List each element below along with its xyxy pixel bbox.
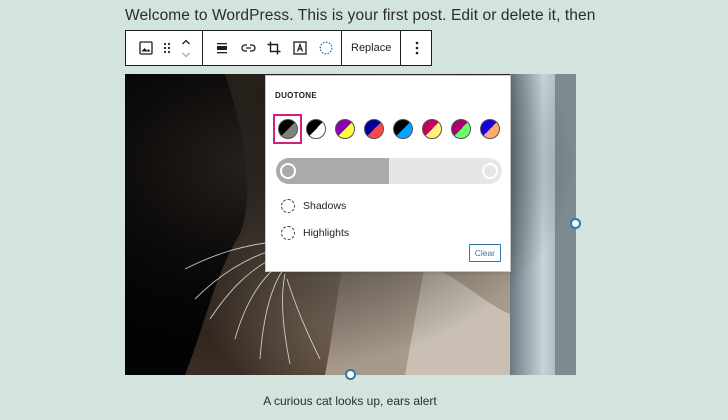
grayscale-swatch-icon [306,119,326,139]
post-paragraph[interactable]: Welcome to WordPress. This is your first… [125,7,595,25]
duotone-option-purple-green[interactable] [447,115,475,143]
image-caption[interactable]: A curious cat looks up, ears alert [0,394,700,408]
duotone-label: DUOTONE [275,91,317,100]
more-options-icon[interactable] [405,31,429,65]
duotone-preview-bar [276,158,502,184]
shadows-label: Shadows [303,200,347,212]
move-arrows [176,31,196,65]
magenta-yellow-swatch-icon [422,119,442,139]
replace-button[interactable]: Replace [342,31,400,65]
move-up-icon[interactable] [181,38,191,46]
purple-green-swatch-icon [451,119,471,139]
shadows-color-icon [281,199,295,213]
duotone-option-magenta-yellow[interactable] [418,115,446,143]
highlight-knob[interactable] [482,163,498,179]
link-icon[interactable] [235,31,261,65]
block-toolbar: Replace [125,30,432,66]
midnight-swatch-icon [393,119,413,139]
duotone-icon[interactable] [313,31,339,65]
image-tools-group [203,31,342,65]
align-icon[interactable] [209,31,235,65]
duotone-option-purple-yellow[interactable] [331,115,359,143]
highlights-color-icon [281,226,295,240]
highlights-option[interactable]: Highlights [281,226,349,240]
move-down-icon[interactable] [181,51,191,59]
image-icon[interactable] [134,31,158,65]
block-type-group [126,31,203,65]
blue-red-swatch-icon [364,119,384,139]
drag-handle-icon[interactable] [158,31,176,65]
clear-button[interactable]: Clear [468,244,501,262]
duotone-option-midnight[interactable] [389,115,417,143]
duotone-swatches [273,114,505,144]
resize-handle-bottom[interactable] [345,369,356,380]
text-overlay-icon[interactable] [287,31,313,65]
crop-icon[interactable] [261,31,287,65]
blue-orange-swatch-icon [480,119,500,139]
duotone-popover: DUOTONE Shadows Highlights Clear [265,75,511,272]
resize-handle-right[interactable] [570,218,581,229]
shadow-knob[interactable] [280,163,296,179]
duotone-option-blue-orange[interactable] [476,115,504,143]
duotone-option-blue-red[interactable] [360,115,388,143]
shadows-option[interactable]: Shadows [281,199,346,213]
purple-yellow-swatch-icon [335,119,355,139]
duotone-option-grayscale[interactable] [302,115,330,143]
replace-group: Replace [342,31,402,65]
options-group [401,31,433,65]
duotone-option-dark-grayscale[interactable] [273,114,302,144]
dark-grayscale-swatch-icon [277,119,298,139]
highlights-label: Highlights [303,227,350,239]
